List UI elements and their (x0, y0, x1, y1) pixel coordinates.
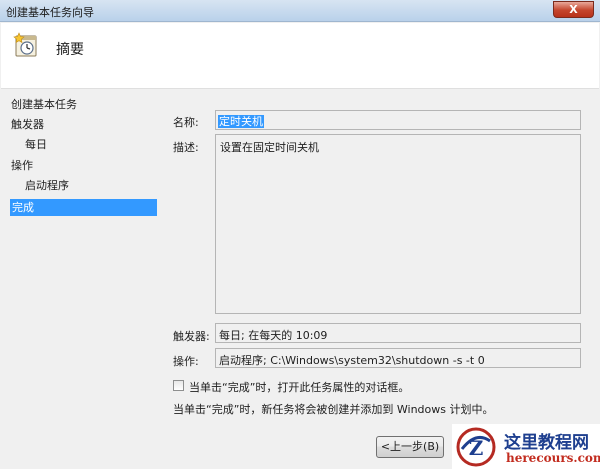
step-finish: 完成 (10, 199, 157, 216)
logo-letter: Z (469, 436, 484, 460)
watermark-title: 这里教程网 (504, 433, 589, 453)
description-label: 描述: (173, 141, 199, 154)
action-label: 操作: (173, 355, 199, 368)
task-clock-icon (13, 32, 37, 57)
close-button[interactable]: X (553, 1, 594, 18)
step-trigger: 触发器 (11, 118, 44, 131)
name-field[interactable]: 定时关机 (215, 110, 581, 130)
description-field[interactable]: 设置在固定时间关机 (215, 134, 581, 314)
title-bar: 创建基本任务向导 X (0, 0, 600, 22)
wizard-header: 摘要 (1, 23, 599, 89)
open-properties-label[interactable]: 当单击“完成”时，打开此任务属性的对话框。 (189, 379, 409, 395)
finish-info-text: 当单击“完成”时，新任务将会被创建并添加到 Windows 计划中。 (173, 403, 494, 416)
trigger-field: 每日; 在每天的 10:09 (215, 323, 581, 343)
description-value: 设置在固定时间关机 (220, 141, 319, 154)
window-title: 创建基本任务向导 (6, 6, 94, 19)
page-heading: 摘要 (56, 42, 84, 58)
action-value: 启动程序; C:\Windows\system32\shutdown -s -t… (219, 354, 485, 367)
step-create-basic-task: 创建基本任务 (11, 98, 77, 111)
site-watermark: Z 这里教程网 herecours.com (452, 424, 600, 469)
step-start-program: 启动程序 (25, 179, 69, 192)
action-field: 启动程序; C:\Windows\system32\shutdown -s -t… (215, 348, 581, 368)
open-properties-checkbox[interactable] (173, 380, 184, 391)
name-label: 名称: (173, 116, 199, 129)
trigger-label: 触发器: (173, 330, 210, 343)
wizard-content: 创建基本任务 触发器 每日 操作 启动程序 完成 名称: 定时关机 描述: 设置… (1, 90, 599, 469)
step-action: 操作 (11, 159, 33, 172)
watermark-subtitle: herecours.com (506, 451, 600, 465)
back-button[interactable]: <上一步(B) (376, 436, 444, 458)
step-daily: 每日 (25, 138, 47, 151)
trigger-value: 每日; 在每天的 10:09 (219, 329, 328, 342)
site-logo-icon: Z (456, 427, 496, 467)
name-value: 定时关机 (218, 115, 264, 128)
